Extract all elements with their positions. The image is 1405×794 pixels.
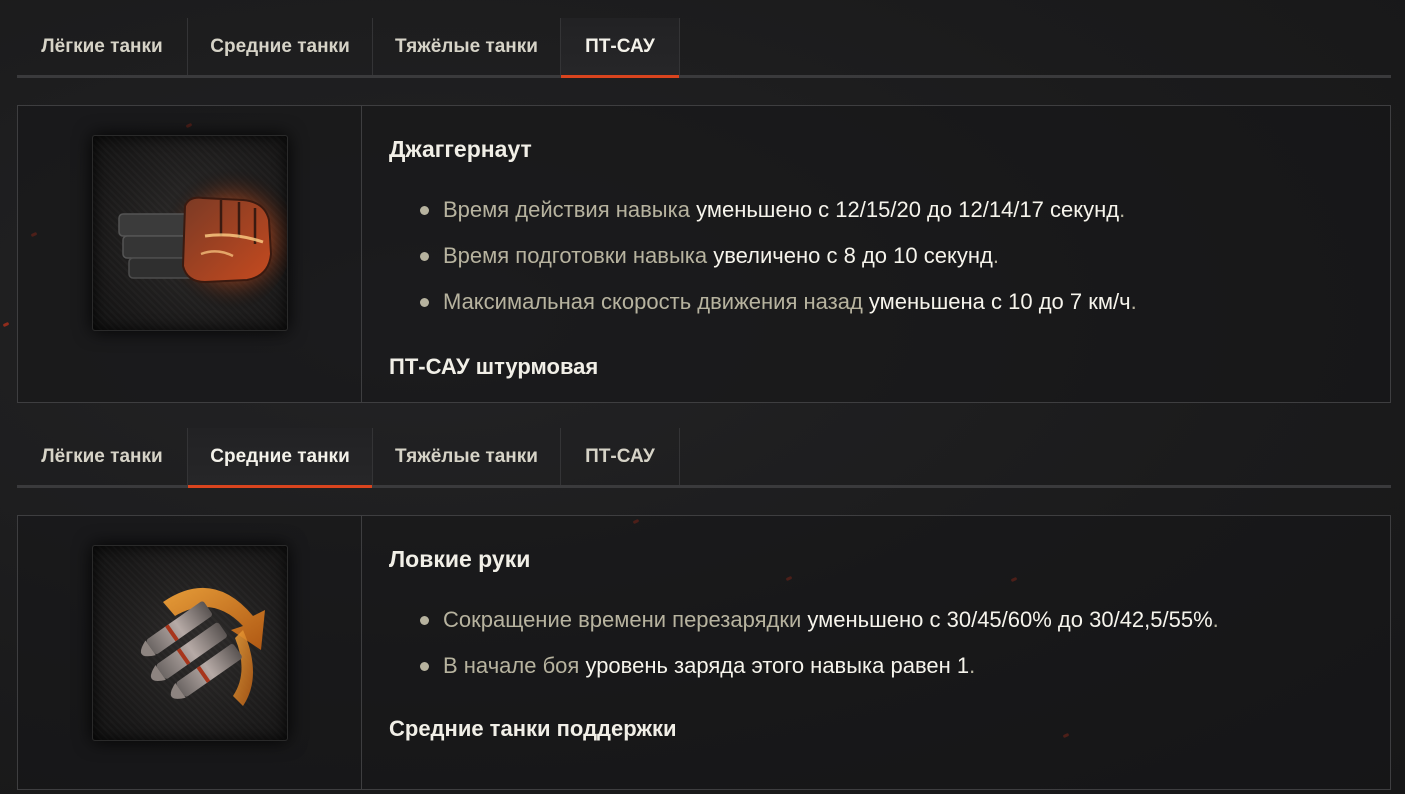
list-item: В начале боя уровень заряда этого навыка…: [389, 650, 1219, 696]
change-subject: Максимальная скорость движения назад: [443, 289, 869, 314]
change-subject: Сокращение времени перезарядки: [443, 607, 808, 632]
change-tail: .: [992, 243, 999, 268]
change-tail: .: [969, 653, 976, 678]
vehicle-role-label: Средние танки поддержки: [389, 716, 677, 741]
patch-notes-page: Лёгкие танки Средние танки Тяжёлые танки…: [0, 0, 1405, 794]
bullet-dot-icon: [420, 206, 429, 215]
skill-title: Ловкие руки: [389, 546, 531, 572]
change-tail: .: [1130, 289, 1137, 314]
vehicle-class-tabs: Лёгкие танки Средние танки Тяжёлые танки…: [17, 18, 1391, 78]
bullet-dot-icon: [420, 616, 429, 625]
skill-image-cell: [18, 516, 362, 789]
skill-title: Джаггернаут: [389, 136, 532, 162]
list-item: Время действия навыка уменьшено с 12/15/…: [389, 194, 1137, 240]
skill-card-juggernaut: Джаггернаут Время действия навыка уменьш…: [17, 105, 1391, 403]
skill-text-cell: Ловкие руки Сокращение времени перезаряд…: [362, 516, 1390, 789]
change-tail: .: [1212, 607, 1219, 632]
tab-medium-tanks[interactable]: Средние танки: [188, 18, 373, 75]
skill-card-quick-hands: Ловкие руки Сокращение времени перезаряд…: [17, 515, 1391, 790]
change-subject: Время подготовки навыка: [443, 243, 714, 268]
tab-tank-destroyers[interactable]: ПТ-САУ: [561, 428, 680, 485]
bullet-dot-icon: [420, 252, 429, 261]
skill-text-cell: Джаггернаут Время действия навыка уменьш…: [362, 106, 1390, 402]
tab-medium-tanks[interactable]: Средние танки: [188, 428, 373, 488]
change-value: уменьшена с 10 до 7 км/ч: [868, 289, 1131, 314]
vehicle-role-label: ПТ-САУ штурмовая: [389, 354, 599, 379]
tab-heavy-tanks[interactable]: Тяжёлые танки: [373, 428, 561, 485]
tab-heavy-tanks[interactable]: Тяжёлые танки: [373, 18, 561, 75]
list-item: Сокращение времени перезарядки уменьшено…: [389, 604, 1219, 650]
list-item: Время подготовки навыка увеличено с 8 до…: [389, 240, 1137, 286]
skill-image-cell: [18, 106, 362, 402]
armored-fist-icon: [92, 135, 288, 331]
skill-changes-list: Время действия навыка уменьшено с 12/15/…: [389, 194, 1137, 332]
change-value: уровень заряда этого навыка равен 1: [585, 653, 970, 678]
ember-decoration: [2, 321, 10, 328]
tab-light-tanks[interactable]: Лёгкие танки: [17, 18, 188, 75]
change-tail: .: [1119, 197, 1126, 222]
change-value: уменьшено с 30/45/60% до 30/42,5/55%: [807, 607, 1213, 632]
change-value: уменьшено с 12/15/20 до 12/14/17 секунд: [696, 197, 1120, 222]
change-subject: Время действия навыка: [443, 197, 697, 222]
vehicle-class-tabs: Лёгкие танки Средние танки Тяжёлые танки…: [17, 428, 1391, 488]
tab-tank-destroyers[interactable]: ПТ-САУ: [561, 18, 680, 78]
bullet-dot-icon: [420, 298, 429, 307]
tab-light-tanks[interactable]: Лёгкие танки: [17, 428, 188, 485]
change-subject: В начале боя: [443, 653, 586, 678]
change-value: увеличено с 8 до 10 секунд: [713, 243, 993, 268]
shells-reload-icon: [92, 545, 288, 741]
bullet-dot-icon: [420, 662, 429, 671]
skill-changes-list: Сокращение времени перезарядки уменьшено…: [389, 604, 1219, 696]
list-item: Максимальная скорость движения назад уме…: [389, 286, 1137, 332]
